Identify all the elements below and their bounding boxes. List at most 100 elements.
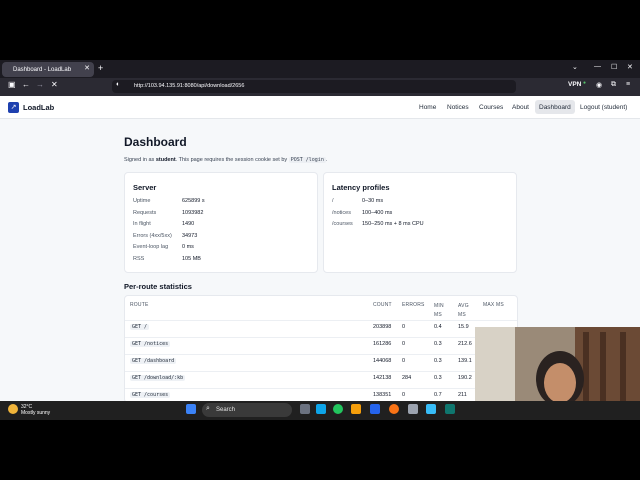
search-icon: ⌕ [206, 405, 210, 412]
server-label: Uptime [133, 198, 151, 204]
col-header-errors: ERRORS [402, 302, 425, 308]
col-header-count: COUNT [373, 302, 392, 308]
avg-cell: 139.1 [458, 358, 472, 364]
count-cell: 144068 [373, 358, 392, 364]
signed-in-notice: Signed in as student. This page requires… [124, 157, 327, 163]
route-cell: GET /courses [130, 392, 171, 398]
server-value: 625899 s [182, 198, 205, 204]
site-info-icon[interactable]: ◐ [116, 81, 120, 88]
close-window-icon[interactable]: ✕ [627, 63, 633, 71]
start-icon[interactable] [186, 404, 196, 414]
edge-icon[interactable] [316, 404, 326, 414]
latency-route: /courses [332, 221, 353, 227]
errors-cell: 0 [402, 358, 406, 364]
min-cell: 0.3 [434, 358, 442, 364]
nav-logout[interactable]: Logout (student) [580, 104, 627, 111]
latency-route: / [332, 198, 334, 204]
file-explorer-icon[interactable] [351, 404, 361, 414]
menu-icon[interactable]: ≡ [626, 81, 630, 88]
server-value: 105 MB [182, 256, 201, 262]
row-divider [125, 354, 517, 355]
extensions-icon[interactable]: ⧉ [611, 81, 616, 89]
server-label: Event-loop lag [133, 244, 169, 250]
new-tab-icon[interactable]: + [98, 63, 103, 73]
route-cell: GET /dashboard [130, 358, 177, 364]
latency-range: 150–250 ms + 8 ms CPU [362, 221, 424, 227]
row-divider [125, 371, 517, 372]
weather-condition: Mostly sunny [21, 410, 51, 416]
min-cell: 0.7 [434, 392, 442, 398]
server-label: In flight [133, 221, 151, 227]
browser-tab[interactable]: Dashboard - LoadLab ✕ [2, 62, 94, 77]
signed-prefix: Signed in as [124, 157, 156, 163]
route-cell: GET / [130, 324, 150, 330]
server-label: Errors (4xx/5xx) [133, 233, 172, 239]
firefox-icon[interactable] [389, 404, 399, 414]
terminal-icon[interactable] [445, 404, 455, 414]
server-value: 0 ms [182, 244, 194, 250]
nav-about[interactable]: About [512, 104, 529, 111]
back-icon[interactable]: ← [22, 80, 30, 89]
count-cell: 161286 [373, 341, 392, 347]
latency-range: 100–400 ms [362, 210, 393, 216]
count-cell: 203898 [373, 324, 392, 330]
signed-user: student [155, 157, 176, 163]
page-title: Dashboard [124, 135, 187, 149]
site-logo-text[interactable]: LoadLab [23, 103, 54, 112]
row-divider [125, 337, 517, 338]
weather-widget[interactable]: 32°C Mostly sunny [21, 404, 50, 416]
vpn-status-icon: ● [583, 80, 587, 86]
errors-cell: 0 [402, 392, 406, 398]
minimize-icon[interactable]: — [594, 63, 601, 70]
tab-title: Dashboard - LoadLab [13, 66, 72, 73]
col-header-route: ROUTE [130, 302, 149, 308]
search-label: Search [216, 407, 236, 413]
letterbox-bottom [0, 420, 640, 480]
latency-range: 0–30 ms [362, 198, 384, 204]
latency-route: /notices [332, 210, 351, 216]
url-text: http://103.94.135.91:8080/api/download/2… [134, 83, 245, 89]
stop-icon[interactable]: ✕ [51, 80, 58, 89]
signed-middle: . This page requires the session cookie … [175, 157, 289, 163]
forward-icon[interactable]: → [36, 80, 44, 89]
login-code: POST /login [288, 157, 326, 163]
latency-title: Latency profiles [332, 183, 390, 192]
nav-courses[interactable]: Courses [479, 104, 503, 111]
min-cell: 0.3 [434, 375, 442, 381]
col-header-max: MAX MS [483, 302, 504, 308]
vpn-button[interactable]: VPN [568, 81, 581, 88]
server-label: Requests [133, 210, 157, 216]
notepad-icon[interactable] [426, 404, 436, 414]
count-cell: 138351 [373, 392, 392, 398]
letterbox-top [0, 0, 640, 60]
browser-tab-bar [0, 60, 640, 78]
col-header-avg: AVG MS [458, 303, 469, 318]
task-view-icon[interactable] [300, 404, 310, 414]
close-icon[interactable]: ✕ [84, 64, 90, 72]
github-icon[interactable] [408, 404, 418, 414]
route-cell: GET /download/:kb [130, 375, 186, 381]
logo-icon: ↗ [8, 102, 19, 113]
per-route-table: ROUTE COUNT ERRORS MIN MS AVG MS MAX MS … [124, 295, 518, 401]
latency-card: Latency profiles / 0–30 ms /notices 100–… [323, 172, 517, 273]
chrome-icon[interactable] [333, 404, 343, 414]
row-divider [125, 320, 517, 321]
nav-home[interactable]: Home [419, 104, 436, 111]
row-divider [125, 388, 517, 389]
maximize-icon[interactable]: ☐ [611, 63, 617, 71]
account-icon[interactable]: ◉ [596, 81, 602, 89]
nav-notices[interactable]: Notices [447, 104, 469, 111]
avg-cell: 211 [458, 392, 467, 398]
per-route-title: Per-route statistics [124, 282, 192, 291]
signed-suffix: . [325, 157, 328, 163]
sidebar-icon[interactable]: ▣ [8, 80, 16, 89]
min-cell: 0.4 [434, 324, 442, 330]
server-title: Server [133, 183, 157, 192]
weather-icon[interactable] [8, 404, 18, 414]
nav-dashboard[interactable]: Dashboard [539, 104, 571, 111]
errors-cell: 0 [402, 341, 406, 347]
vscode-icon[interactable] [370, 404, 380, 414]
avg-cell: 190.2 [458, 375, 472, 381]
count-cell: 142138 [373, 375, 392, 381]
chevron-down-icon[interactable]: ⌄ [572, 63, 578, 71]
